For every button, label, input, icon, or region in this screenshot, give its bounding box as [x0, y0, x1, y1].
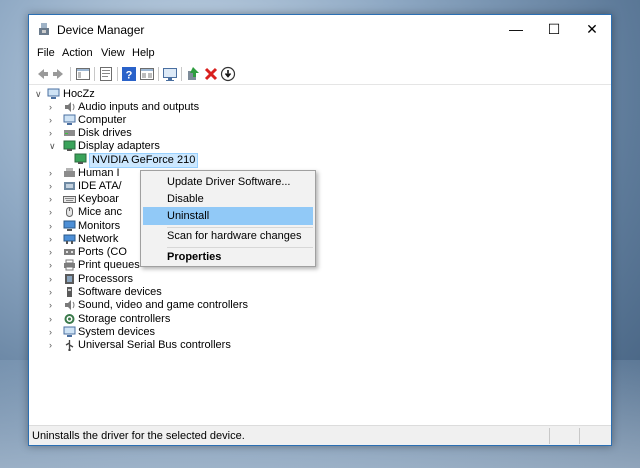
tree-item-keyboards[interactable]: › Keyboar	[49, 193, 144, 206]
mouse-icon	[66, 207, 73, 217]
expand-icon[interactable]: ›	[49, 313, 57, 326]
minimize-button[interactable]: —	[497, 15, 535, 43]
toolbar-separator	[181, 67, 182, 81]
port-icon	[64, 249, 75, 255]
expand-icon[interactable]: ›	[49, 167, 57, 180]
expand-icon[interactable]: ›	[49, 206, 57, 219]
back-icon[interactable]	[34, 66, 50, 82]
disable-icon[interactable]	[220, 66, 236, 82]
tree-item-monitors[interactable]: › Monitors	[49, 220, 144, 233]
status-bar: Uninstalls the driver for the selected d…	[29, 425, 611, 445]
svg-text:?: ?	[126, 70, 133, 82]
update-driver-icon[interactable]	[185, 66, 201, 82]
toolbar-separator	[117, 67, 118, 81]
expand-icon[interactable]: ›	[49, 127, 57, 140]
menu-bar: File Action View Help	[29, 43, 611, 63]
expand-icon[interactable]: ›	[49, 286, 57, 299]
printer-icon	[64, 259, 75, 271]
toolbar-separator	[70, 67, 71, 81]
hid-icon	[64, 168, 75, 177]
keyboard-icon	[63, 196, 76, 203]
expand-icon[interactable]: ›	[49, 180, 57, 193]
expand-icon[interactable]: ›	[49, 114, 57, 127]
status-divider	[579, 428, 580, 444]
tree-item-human-interface[interactable]: › Human I	[49, 167, 144, 180]
collapse-icon[interactable]: ∨	[35, 88, 43, 101]
window-title: Device Manager	[57, 23, 145, 37]
expand-icon[interactable]: ›	[49, 101, 57, 114]
computer-root-icon	[47, 88, 60, 99]
menu-file[interactable]: File	[37, 47, 55, 59]
tree-item-system-devices[interactable]: › System devices	[49, 326, 249, 339]
expand-icon[interactable]: ›	[49, 246, 57, 259]
expand-icon[interactable]: ›	[49, 193, 57, 206]
status-divider	[549, 428, 550, 444]
device-manager-window: Device Manager — ☐ ✕ File Action View He…	[28, 14, 612, 446]
menu-help[interactable]: Help	[132, 47, 155, 59]
expand-icon[interactable]: ›	[49, 326, 57, 339]
tree-item-software-devices[interactable]: › Software devices	[49, 286, 249, 299]
collapse-icon[interactable]: ∨	[49, 140, 57, 153]
status-text: Uninstalls the driver for the selected d…	[32, 430, 245, 442]
expand-icon[interactable]: ›	[49, 339, 57, 352]
title-bar: Device Manager — ☐ ✕	[29, 15, 611, 43]
close-button[interactable]: ✕	[573, 15, 611, 43]
device-tree: ∨ HocZz › Audio inputs and outputs › Com…	[29, 85, 611, 425]
usb-icon	[65, 340, 74, 351]
toolbar-separator	[94, 67, 95, 81]
toolbar: ?	[29, 63, 611, 85]
menu-update-driver[interactable]: Update Driver Software...	[143, 173, 313, 191]
software-device-icon	[67, 287, 72, 297]
uninstall-icon[interactable]	[203, 66, 219, 82]
tree-item-processors[interactable]: › Processors	[49, 273, 249, 286]
expand-icon[interactable]: ›	[49, 233, 57, 246]
menu-disable[interactable]: Disable	[143, 190, 313, 208]
network-adapter-icon	[63, 234, 76, 244]
show-hide-console-tree-icon[interactable]	[75, 66, 91, 82]
maximize-button[interactable]: ☐	[535, 15, 573, 43]
menu-uninstall[interactable]: Uninstall	[143, 207, 313, 225]
expand-icon[interactable]: ›	[49, 273, 57, 286]
help-icon[interactable]: ?	[121, 66, 137, 82]
tree-item-storage-controllers[interactable]: › Storage controllers	[49, 313, 249, 326]
context-menu: Update Driver Software... Disable Uninst…	[140, 170, 316, 267]
processor-icon	[65, 274, 74, 284]
menu-scan-hardware[interactable]: Scan for hardware changes	[143, 227, 313, 245]
tree-item-audio[interactable]: › Audio inputs and outputs	[49, 101, 249, 114]
selected-device-label: NVIDIA GeForce 210	[89, 153, 199, 168]
monitor-icon	[63, 220, 76, 231]
computer-icon	[63, 114, 76, 125]
menu-view[interactable]: View	[101, 47, 125, 59]
tree-item-display-adapters[interactable]: ∨ Display adapters	[49, 140, 249, 153]
view-icon[interactable]	[139, 66, 155, 82]
expand-icon[interactable]: ›	[49, 259, 57, 272]
menu-action[interactable]: Action	[62, 47, 93, 59]
tree-item-disk-drives[interactable]: › Disk drives	[49, 127, 249, 140]
ide-controller-icon	[64, 182, 75, 190]
tree-item-usb-controllers[interactable]: › Universal Serial Bus controllers	[49, 339, 269, 352]
tree-item-ide-ata[interactable]: › IDE ATA/	[49, 180, 144, 193]
tree-root[interactable]: ∨ HocZz	[35, 88, 155, 101]
tree-item-ports[interactable]: › Ports (CO	[49, 246, 144, 259]
toolbar-separator	[158, 67, 159, 81]
tree-item-network[interactable]: › Network	[49, 233, 144, 246]
audio-icon	[65, 102, 75, 112]
sound-controller-icon	[65, 300, 75, 310]
system-device-icon	[63, 326, 76, 337]
tree-item-mice[interactable]: › Mice anc	[49, 206, 144, 219]
tree-item-nvidia-geforce[interactable]: NVIDIA GeForce 210	[74, 153, 214, 168]
properties-icon[interactable]	[98, 66, 114, 82]
expand-icon[interactable]: ›	[49, 299, 57, 312]
device-manager-icon	[39, 23, 49, 35]
menu-properties[interactable]: Properties	[143, 248, 313, 266]
expand-icon[interactable]: ›	[49, 220, 57, 233]
tree-item-sound-video-game[interactable]: › Sound, video and game controllers	[49, 299, 309, 312]
storage-controller-icon	[64, 314, 75, 324]
disk-drive-icon	[64, 130, 75, 136]
forward-icon[interactable]	[51, 66, 67, 82]
scan-changes-icon[interactable]	[162, 66, 178, 82]
display-adapter-icon	[63, 140, 76, 151]
display-adapter-icon	[74, 153, 87, 164]
tree-item-computer[interactable]: › Computer	[49, 114, 249, 127]
